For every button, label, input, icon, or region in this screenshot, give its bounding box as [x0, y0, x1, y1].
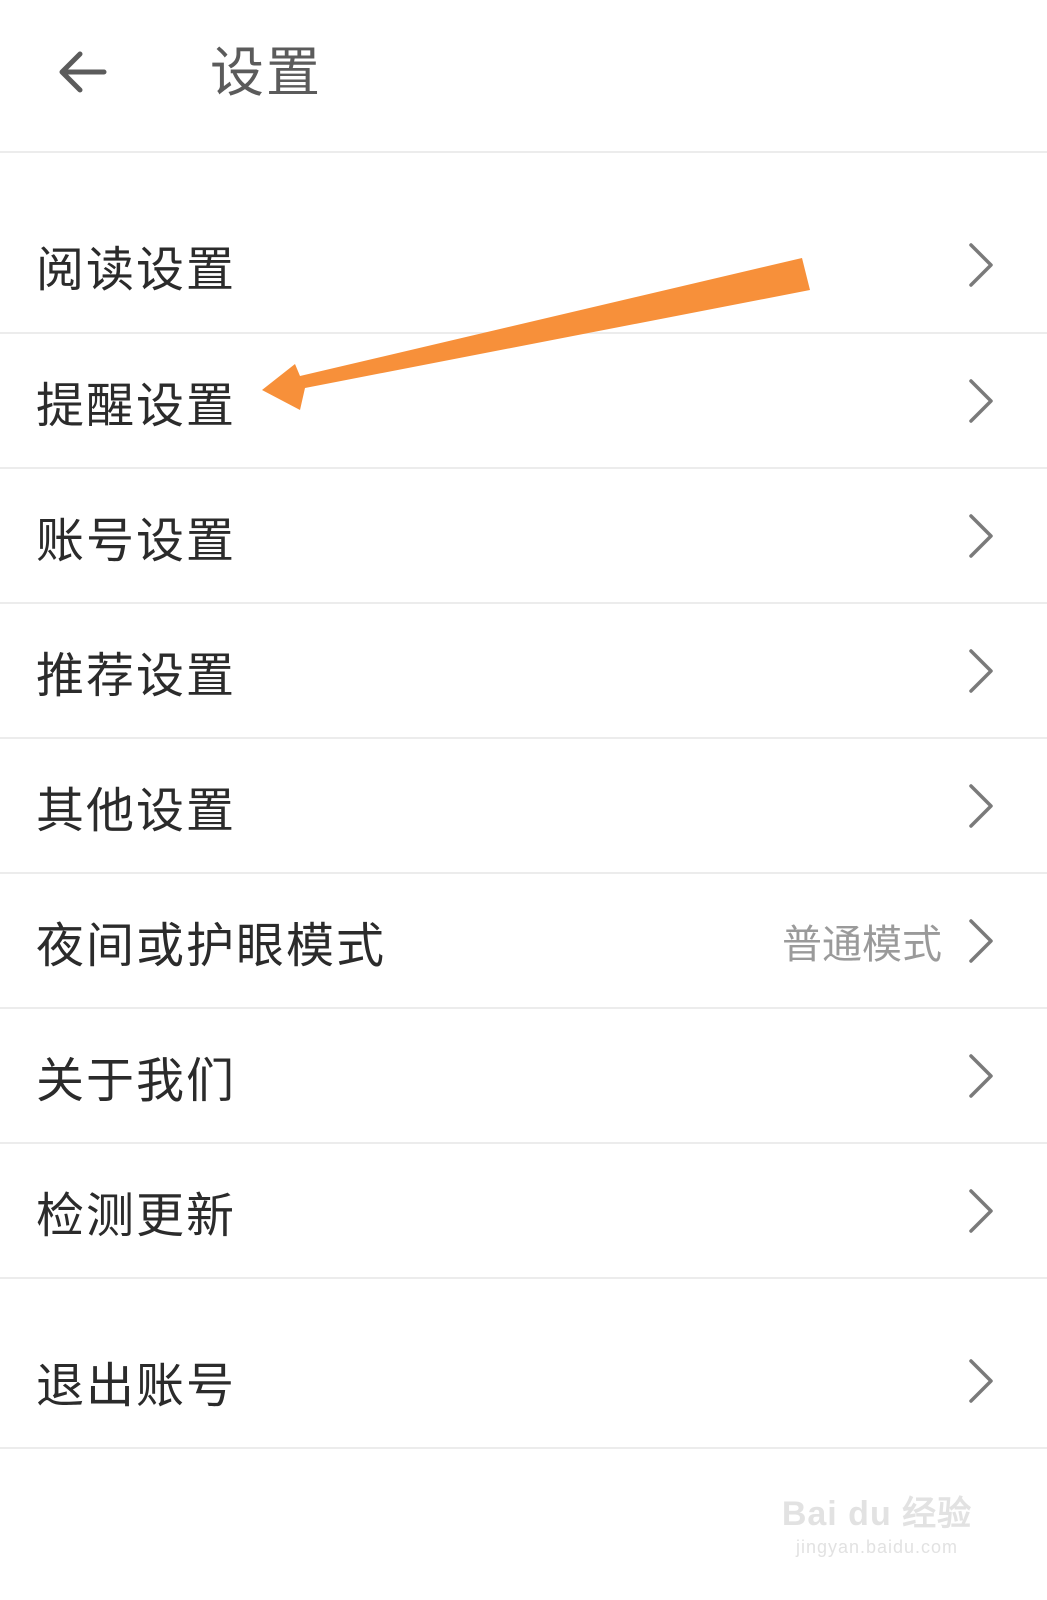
back-button[interactable] [50, 40, 114, 104]
page-title: 设置 [210, 41, 322, 104]
chevron-right-icon [969, 783, 993, 828]
menu-item-label: 其他设置 [36, 782, 237, 839]
menu-item-label: 检测更新 [36, 1187, 237, 1244]
menu-item-about-us[interactable]: 关于我们 [0, 1009, 1047, 1144]
menu-item-label: 阅读设置 [36, 241, 237, 298]
menu-item-label: 夜间或护眼模式 [36, 917, 387, 974]
logout-button[interactable]: 退出账号 [0, 1314, 1047, 1449]
chevron-right-icon [969, 513, 993, 558]
menu-item-reading-settings[interactable]: 阅读设置 [0, 197, 1047, 334]
watermark-url: jingyan.baidu.com [795, 1537, 959, 1557]
chevron-right-icon [969, 1188, 993, 1233]
baidu-jingyan-watermark: Bai du 经验 jingyan.baidu.com [777, 1486, 977, 1558]
chevron-right-icon [969, 1053, 993, 1098]
watermark-logo: Bai du 经验 [781, 1495, 973, 1533]
settings-menu: 阅读设置 提醒设置 账号设置 推荐设置 其他设置 夜间或护眼模式 普通模式 关于… [0, 197, 1047, 1279]
chevron-right-icon [969, 918, 993, 963]
menu-item-night-eye-mode[interactable]: 夜间或护眼模式 普通模式 [0, 874, 1047, 1009]
menu-item-other-settings[interactable]: 其他设置 [0, 739, 1047, 874]
arrow-left-icon [59, 51, 107, 93]
menu-item-label: 推荐设置 [36, 647, 237, 704]
header-bar: 设置 [0, 0, 1047, 153]
menu-item-reminder-settings[interactable]: 提醒设置 [0, 334, 1047, 469]
mode-value: 普通模式 [782, 921, 942, 968]
logout-label: 退出账号 [36, 1357, 237, 1414]
menu-item-label: 关于我们 [36, 1052, 237, 1109]
chevron-right-icon [969, 378, 993, 423]
menu-item-account-settings[interactable]: 账号设置 [0, 469, 1047, 604]
menu-item-recommend-settings[interactable]: 推荐设置 [0, 604, 1047, 739]
chevron-right-icon [969, 242, 993, 287]
menu-item-label: 提醒设置 [36, 377, 237, 434]
menu-item-check-update[interactable]: 检测更新 [0, 1144, 1047, 1279]
settings-screen: 设置 阅读设置 提醒设置 账号设置 推荐设置 其他设置 夜间或护眼模式 普通模式… [0, 0, 1047, 1600]
chevron-right-icon [969, 648, 993, 693]
chevron-right-icon [969, 1358, 993, 1403]
menu-item-label: 账号设置 [36, 512, 237, 569]
